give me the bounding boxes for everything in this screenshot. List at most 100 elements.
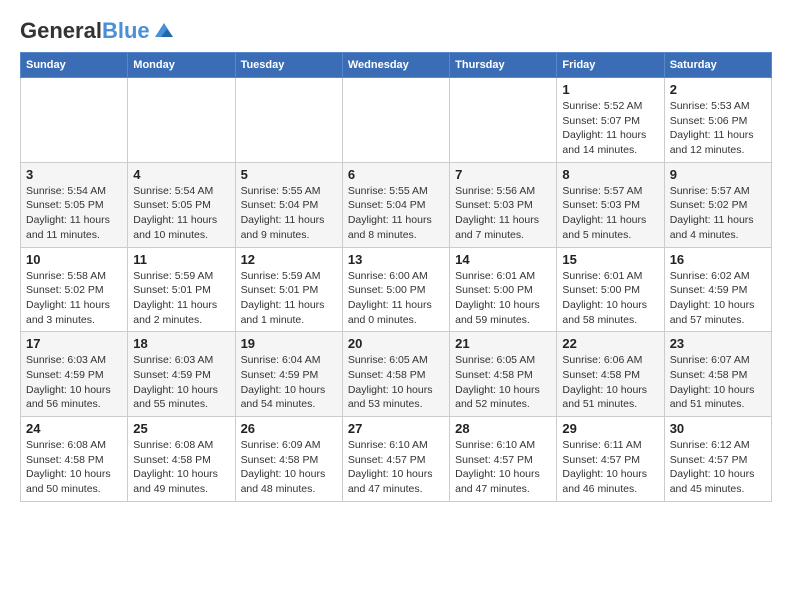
calendar-cell: 26 Sunrise: 6:09 AM Sunset: 4:58 PM Dayli… [235, 417, 342, 502]
calendar-cell: 27 Sunrise: 6:10 AM Sunset: 4:57 PM Dayli… [342, 417, 449, 502]
day-detail: Sunrise: 6:01 AM Sunset: 5:00 PM Dayligh… [455, 269, 551, 328]
logo-icon [153, 19, 175, 41]
calendar-cell: 15 Sunrise: 6:01 AM Sunset: 5:00 PM Dayli… [557, 247, 664, 332]
calendar-cell: 28 Sunrise: 6:10 AM Sunset: 4:57 PM Dayli… [450, 417, 557, 502]
calendar-cell: 29Sunrise: 6:11 AM Sunset: 4:57 PM Dayli… [557, 417, 664, 502]
day-detail: Sunrise: 6:09 AM Sunset: 4:58 PM Dayligh… [241, 438, 337, 497]
day-detail: Sunrise: 6:02 AM Sunset: 4:59 PM Dayligh… [670, 269, 766, 328]
weekday-header-thursday: Thursday [450, 53, 557, 78]
day-detail: Sunrise: 6:00 AM Sunset: 5:00 PM Dayligh… [348, 269, 444, 328]
day-detail: Sunrise: 5:57 AM Sunset: 5:03 PM Dayligh… [562, 184, 658, 243]
day-detail: Sunrise: 6:01 AM Sunset: 5:00 PM Dayligh… [562, 269, 658, 328]
calendar-cell: 20Sunrise: 6:05 AM Sunset: 4:58 PM Dayli… [342, 332, 449, 417]
weekday-header-tuesday: Tuesday [235, 53, 342, 78]
weekday-header-monday: Monday [128, 53, 235, 78]
calendar-cell: 8 Sunrise: 5:57 AM Sunset: 5:03 PM Daylig… [557, 162, 664, 247]
calendar-week-row: 17 Sunrise: 6:03 AM Sunset: 4:59 PM Dayli… [21, 332, 772, 417]
calendar-cell [450, 78, 557, 163]
day-detail: Sunrise: 6:10 AM Sunset: 4:57 PM Dayligh… [348, 438, 444, 497]
day-number: 23 [670, 336, 766, 351]
day-detail: Sunrise: 5:54 AM Sunset: 5:05 PM Dayligh… [133, 184, 229, 243]
day-number: 5 [241, 167, 337, 182]
day-number: 3 [26, 167, 122, 182]
day-number: 30 [670, 421, 766, 436]
calendar-cell: 21Sunrise: 6:05 AM Sunset: 4:58 PM Dayli… [450, 332, 557, 417]
calendar-week-row: 24Sunrise: 6:08 AM Sunset: 4:58 PM Dayli… [21, 417, 772, 502]
day-detail: Sunrise: 6:11 AM Sunset: 4:57 PM Dayligh… [562, 438, 658, 497]
day-number: 18 [133, 336, 229, 351]
day-detail: Sunrise: 6:03 AM Sunset: 4:59 PM Dayligh… [133, 353, 229, 412]
weekday-header-row: SundayMondayTuesdayWednesdayThursdayFrid… [21, 53, 772, 78]
weekday-header-wednesday: Wednesday [342, 53, 449, 78]
calendar-cell: 17Sunrise: 6:03 AM Sunset: 4:59 PM Dayli… [21, 332, 128, 417]
day-number: 14 [455, 252, 551, 267]
weekday-header-sunday: Sunday [21, 53, 128, 78]
logo: GeneralBlue [20, 20, 175, 42]
calendar-cell: 13 Sunrise: 6:00 AM Sunset: 5:00 PM Dayli… [342, 247, 449, 332]
day-detail: Sunrise: 6:08 AM Sunset: 4:58 PM Dayligh… [26, 438, 122, 497]
day-number: 25 [133, 421, 229, 436]
calendar-cell: 12 Sunrise: 5:59 AM Sunset: 5:01 PM Dayli… [235, 247, 342, 332]
calendar-cell: 11 Sunrise: 5:59 AM Sunset: 5:01 PM Dayli… [128, 247, 235, 332]
day-detail: Sunrise: 5:54 AM Sunset: 5:05 PM Dayligh… [26, 184, 122, 243]
day-number: 1 [562, 82, 658, 97]
calendar-cell: 16 Sunrise: 6:02 AM Sunset: 4:59 PM Dayli… [664, 247, 771, 332]
day-detail: Sunrise: 5:59 AM Sunset: 5:01 PM Dayligh… [133, 269, 229, 328]
day-detail: Sunrise: 5:57 AM Sunset: 5:02 PM Dayligh… [670, 184, 766, 243]
day-number: 2 [670, 82, 766, 97]
calendar-cell [21, 78, 128, 163]
day-detail: Sunrise: 5:58 AM Sunset: 5:02 PM Dayligh… [26, 269, 122, 328]
calendar-cell: 9 Sunrise: 5:57 AM Sunset: 5:02 PM Daylig… [664, 162, 771, 247]
day-number: 12 [241, 252, 337, 267]
calendar-cell [128, 78, 235, 163]
calendar-week-row: 1 Sunrise: 5:52 AM Sunset: 5:07 PM Daylig… [21, 78, 772, 163]
day-number: 4 [133, 167, 229, 182]
day-number: 15 [562, 252, 658, 267]
day-detail: Sunrise: 5:55 AM Sunset: 5:04 PM Dayligh… [241, 184, 337, 243]
weekday-header-friday: Friday [557, 53, 664, 78]
calendar-week-row: 10 Sunrise: 5:58 AM Sunset: 5:02 PM Dayli… [21, 247, 772, 332]
day-number: 9 [670, 167, 766, 182]
weekday-header-saturday: Saturday [664, 53, 771, 78]
calendar-body: 1 Sunrise: 5:52 AM Sunset: 5:07 PM Daylig… [21, 78, 772, 502]
day-detail: Sunrise: 5:56 AM Sunset: 5:03 PM Dayligh… [455, 184, 551, 243]
day-detail: Sunrise: 5:52 AM Sunset: 5:07 PM Dayligh… [562, 99, 658, 158]
calendar-cell: 22Sunrise: 6:06 AM Sunset: 4:58 PM Dayli… [557, 332, 664, 417]
logo-text: GeneralBlue [20, 20, 150, 42]
calendar-table: SundayMondayTuesdayWednesdayThursdayFrid… [20, 52, 772, 502]
calendar-cell: 7 Sunrise: 5:56 AM Sunset: 5:03 PM Daylig… [450, 162, 557, 247]
day-detail: Sunrise: 5:55 AM Sunset: 5:04 PM Dayligh… [348, 184, 444, 243]
calendar-cell [342, 78, 449, 163]
calendar-cell: 10 Sunrise: 5:58 AM Sunset: 5:02 PM Dayli… [21, 247, 128, 332]
day-detail: Sunrise: 6:12 AM Sunset: 4:57 PM Dayligh… [670, 438, 766, 497]
calendar-cell: 30 Sunrise: 6:12 AM Sunset: 4:57 PM Dayli… [664, 417, 771, 502]
day-number: 28 [455, 421, 551, 436]
day-detail: Sunrise: 6:04 AM Sunset: 4:59 PM Dayligh… [241, 353, 337, 412]
day-number: 7 [455, 167, 551, 182]
day-detail: Sunrise: 5:59 AM Sunset: 5:01 PM Dayligh… [241, 269, 337, 328]
day-number: 8 [562, 167, 658, 182]
calendar-cell: 24Sunrise: 6:08 AM Sunset: 4:58 PM Dayli… [21, 417, 128, 502]
day-number: 27 [348, 421, 444, 436]
calendar-cell: 14 Sunrise: 6:01 AM Sunset: 5:00 PM Dayli… [450, 247, 557, 332]
day-number: 21 [455, 336, 551, 351]
day-number: 20 [348, 336, 444, 351]
day-detail: Sunrise: 6:10 AM Sunset: 4:57 PM Dayligh… [455, 438, 551, 497]
calendar-cell: 23Sunrise: 6:07 AM Sunset: 4:58 PM Dayli… [664, 332, 771, 417]
calendar-header: SundayMondayTuesdayWednesdayThursdayFrid… [21, 53, 772, 78]
calendar-cell: 25 Sunrise: 6:08 AM Sunset: 4:58 PM Dayli… [128, 417, 235, 502]
calendar-cell: 4 Sunrise: 5:54 AM Sunset: 5:05 PM Daylig… [128, 162, 235, 247]
day-number: 16 [670, 252, 766, 267]
day-number: 17 [26, 336, 122, 351]
day-detail: Sunrise: 6:08 AM Sunset: 4:58 PM Dayligh… [133, 438, 229, 497]
day-number: 19 [241, 336, 337, 351]
calendar-week-row: 3 Sunrise: 5:54 AM Sunset: 5:05 PM Daylig… [21, 162, 772, 247]
day-number: 10 [26, 252, 122, 267]
calendar-cell: 19 Sunrise: 6:04 AM Sunset: 4:59 PM Dayli… [235, 332, 342, 417]
day-number: 11 [133, 252, 229, 267]
day-detail: Sunrise: 5:53 AM Sunset: 5:06 PM Dayligh… [670, 99, 766, 158]
day-detail: Sunrise: 6:06 AM Sunset: 4:58 PM Dayligh… [562, 353, 658, 412]
day-number: 26 [241, 421, 337, 436]
calendar-cell: 6Sunrise: 5:55 AM Sunset: 5:04 PM Daylig… [342, 162, 449, 247]
day-number: 13 [348, 252, 444, 267]
